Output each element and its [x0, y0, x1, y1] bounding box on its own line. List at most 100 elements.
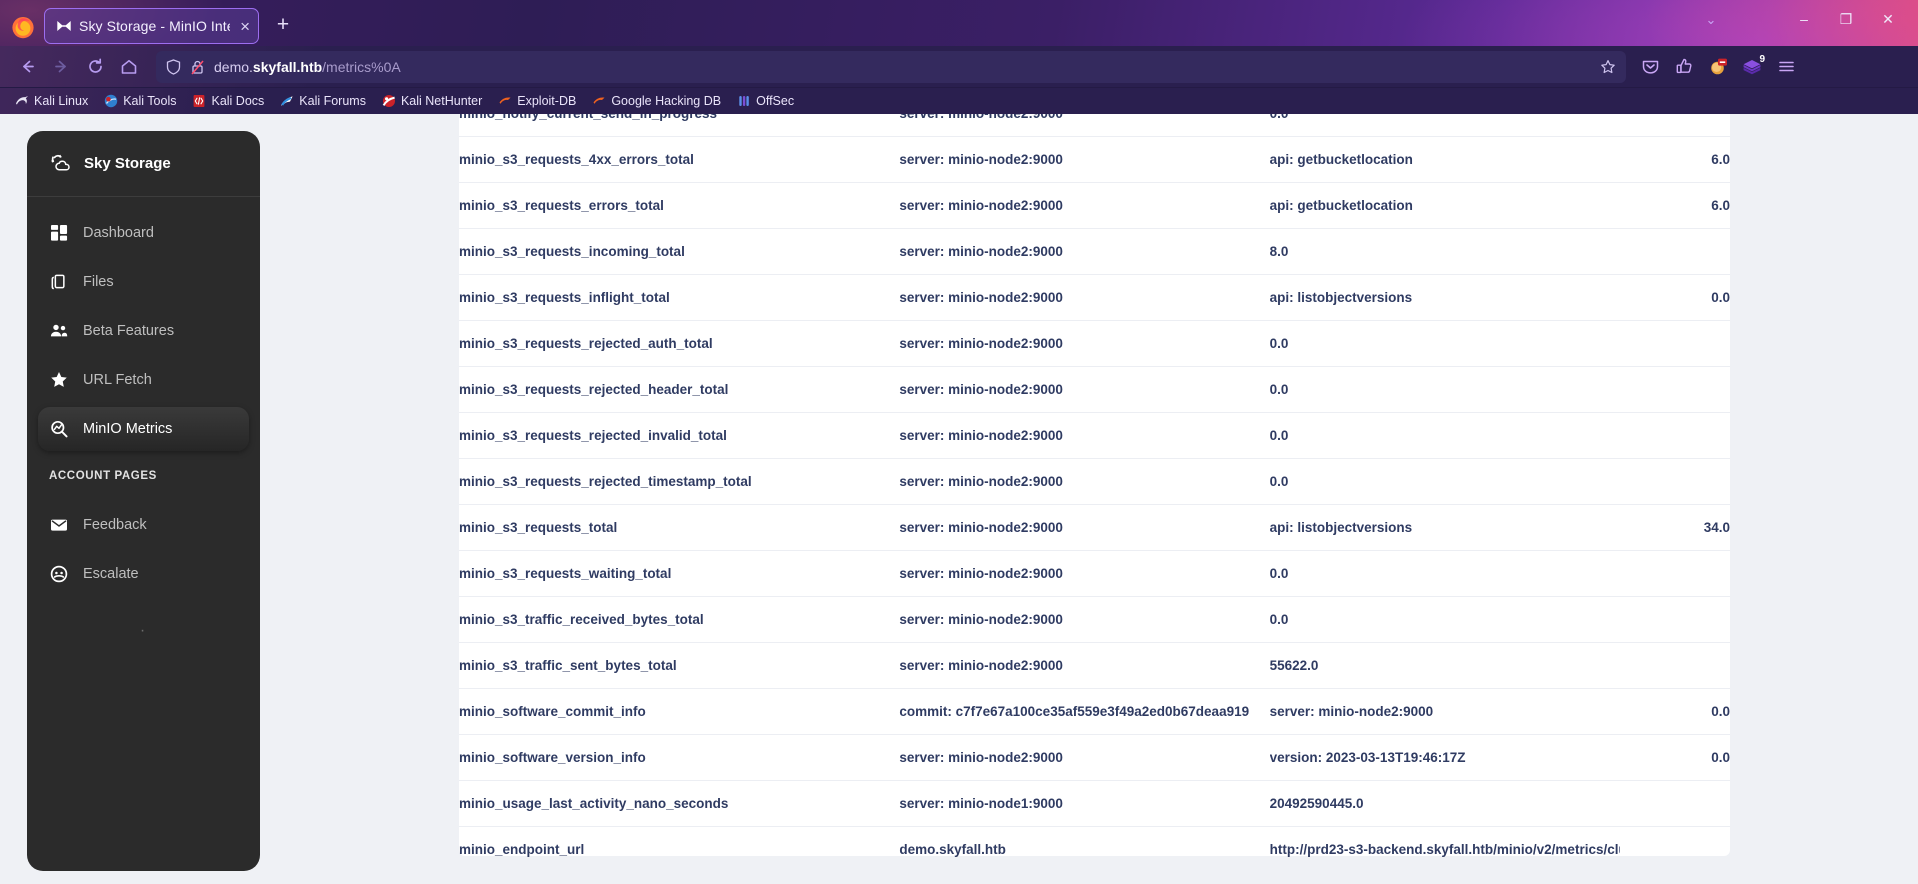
metric-name-cell: minio_s3_requests_inflight_total	[459, 274, 900, 321]
forward-button[interactable]	[44, 52, 78, 82]
table-row[interactable]: minio_s3_traffic_sent_bytes_total server:…	[459, 642, 1730, 689]
sidebar-item-label: Feedback	[83, 517, 147, 533]
sidebar-item-url-fetch[interactable]: URL Fetch	[38, 358, 249, 402]
table-row[interactable]: minio_s3_requests_rejected_invalid_total…	[459, 412, 1730, 459]
sidebar-item-label: Files	[83, 274, 114, 290]
table-row[interactable]: minio_s3_requests_4xx_errors_total server…	[459, 136, 1730, 183]
close-icon[interactable]: ×	[238, 18, 250, 35]
metric-label1-cell: demo.skyfall.htb	[899, 841, 1006, 857]
table-row[interactable]: minio_usage_last_activity_nano_seconds se…	[459, 780, 1730, 827]
sidebar-item-beta-features[interactable]: Beta Features	[38, 309, 249, 353]
table-row[interactable]: minio_software_version_info server: minio…	[459, 734, 1730, 781]
browser-navbar: demo.skyfall.htb/metrics%0A 9	[0, 46, 1918, 88]
bookmark-label: OffSec	[756, 94, 795, 108]
url-bar[interactable]: demo.skyfall.htb/metrics%0A	[156, 50, 1626, 83]
table-row[interactable]: minio_s3_requests_total server: minio-nod…	[459, 504, 1730, 551]
table-row[interactable]: minio_s3_requests_rejected_header_total s…	[459, 366, 1730, 413]
new-tab-button[interactable]: +	[267, 10, 299, 42]
bookmarks-toolbar: Kali Linux Kali Tools Kali Docs Kali For…	[0, 88, 1918, 114]
list-all-tabs-chevron-down-icon[interactable]: ⌄	[1694, 6, 1728, 34]
bookmark-star-icon[interactable]	[1592, 59, 1616, 75]
table-row[interactable]: minio_s3_requests_rejected_auth_total ser…	[459, 320, 1730, 367]
metric-value-cell	[1619, 550, 1730, 597]
metric-label2-cell: 0.0	[1269, 114, 1620, 137]
tracking-protection-shield-icon[interactable]	[166, 58, 181, 75]
table-row[interactable]: minio_notify_current_send_in_progressser…	[459, 114, 1730, 137]
metric-name-cell: minio_s3_requests_total	[459, 504, 900, 551]
sidebar-brand[interactable]: Sky Storage	[27, 131, 260, 197]
bookmark-kali-nethunter[interactable]: Kali NetHunter	[375, 92, 489, 110]
sidebar-item-label: URL Fetch	[83, 372, 152, 388]
table-row[interactable]: minio_s3_requests_rejected_timestamp_tot…	[459, 458, 1730, 505]
close-window-button[interactable]: ✕	[1868, 4, 1908, 34]
sidebar-item-minio-metrics[interactable]: MinIO Metrics	[38, 407, 249, 451]
sidebar-item-dashboard[interactable]: Dashboard	[38, 211, 249, 255]
bookmark-google-hacking-db[interactable]: Google Hacking DB	[585, 92, 728, 110]
bookmark-label: Kali NetHunter	[400, 94, 483, 108]
metric-name-cell: minio_s3_requests_rejected_invalid_total	[459, 412, 900, 459]
firefox-logo-icon	[10, 14, 36, 40]
table-row[interactable]: minio_s3_requests_waiting_total server: m…	[459, 550, 1730, 597]
table-row[interactable]: minio_endpoint_url demo.skyfall.htb http:/…	[459, 826, 1730, 872]
bookmark-label: Google Hacking DB	[611, 94, 722, 108]
metric-label2-cell: api: getbucketlocation	[1269, 182, 1620, 229]
metric-name-cell: minio_notify_current_send_in_progress	[459, 114, 900, 137]
escalate-circle-icon	[49, 564, 69, 584]
minimize-button[interactable]: –	[1784, 4, 1824, 34]
bookmark-offsec[interactable]: OffSec	[730, 92, 801, 110]
metric-value-cell: 0.0	[1619, 688, 1730, 735]
bookmark-kali-forums[interactable]: Kali Forums	[273, 92, 373, 110]
metric-label1-cell: server: minio-node2:9000	[899, 458, 1270, 505]
table-row[interactable]: minio_s3_requests_incoming_total server: …	[459, 228, 1730, 275]
metric-name-cell: minio_s3_requests_rejected_header_total	[459, 366, 900, 413]
extension-thumbsup-icon[interactable]	[1668, 52, 1700, 82]
metric-name-cell: minio_s3_requests_rejected_timestamp_tot…	[459, 458, 900, 505]
insecure-connection-lock-icon[interactable]	[190, 59, 205, 75]
metric-label1-cell: server: minio-node2:9000	[899, 366, 1270, 413]
sidebar-section-label: ACCOUNT PAGES	[49, 470, 157, 482]
sidebar-overflow-indicator: ·	[139, 622, 148, 639]
metric-label1-cell: server: minio-node2:9000	[899, 136, 1270, 183]
ublock-origin-icon[interactable]	[1702, 52, 1734, 82]
metric-value-cell: 34.0	[1619, 504, 1730, 551]
metric-name-cell: minio_s3_requests_errors_total	[459, 182, 900, 229]
metric-name-cell: minio_s3_requests_4xx_errors_total	[459, 136, 900, 183]
metric-label1-cell: server: minio-node1:9000	[899, 780, 1270, 827]
metric-name-cell: minio_usage_last_activity_nano_seconds	[459, 780, 900, 827]
home-button[interactable]	[112, 52, 146, 82]
metrics-table-body: minio_notify_current_send_in_progressser…	[459, 114, 1730, 872]
sidebar-brand-label: Sky Storage	[84, 155, 171, 172]
page-viewport: Sky Storage Dashboard Files Beta Feature…	[0, 114, 1918, 884]
bookmark-kali-linux[interactable]: Kali Linux	[8, 92, 95, 110]
metric-label2-cell: 8.0	[1269, 228, 1620, 275]
table-row[interactable]: minio_software_commit_info commit: c7f7e6…	[459, 688, 1730, 735]
sidebar-item-feedback[interactable]: Feedback	[38, 503, 249, 547]
maximize-button[interactable]: ❐	[1826, 4, 1866, 34]
pocket-icon[interactable]	[1634, 52, 1666, 82]
files-copy-icon	[49, 272, 69, 292]
back-button[interactable]	[10, 52, 44, 82]
metric-label2-cell: http://prd23-s3-backend.skyfall.htb/mini…	[1269, 841, 1620, 857]
reload-button[interactable]	[78, 52, 112, 82]
bookmark-kali-tools[interactable]: Kali Tools	[97, 92, 183, 110]
app-menu-icon[interactable]	[1770, 52, 1802, 82]
table-row[interactable]: minio_s3_requests_inflight_total server: …	[459, 274, 1730, 321]
sidebar-item-label: MinIO Metrics	[83, 421, 173, 437]
kali-dragon-icon	[16, 96, 28, 105]
people-icon	[49, 321, 69, 341]
bookmark-exploit-db[interactable]: Exploit-DB	[491, 92, 583, 110]
sidebar-account-list: Feedback Escalate	[27, 489, 260, 596]
dashboard-grid-icon	[49, 223, 69, 243]
browser-tab-active[interactable]: Sky Storage - MinIO Intern ×	[44, 8, 259, 44]
sidebar-item-files[interactable]: Files	[38, 260, 249, 304]
bookmark-kali-docs[interactable]: Kali Docs	[185, 92, 271, 110]
metric-label2-cell: version: 2023-03-13T19:46:17Z	[1269, 734, 1620, 781]
url-text[interactable]: demo.skyfall.htb/metrics%0A	[214, 59, 401, 75]
metric-label2-cell: 55622.0	[1269, 642, 1620, 689]
table-row[interactable]: minio_s3_traffic_received_bytes_total ser…	[459, 596, 1730, 643]
sidebar-item-escalate[interactable]: Escalate	[38, 552, 249, 596]
containers-icon[interactable]: 9	[1736, 52, 1768, 82]
table-row[interactable]: minio_s3_requests_errors_total server: mi…	[459, 182, 1730, 229]
metrics-table: minio_notify_current_send_in_progressser…	[459, 114, 1730, 872]
metric-label2-cell: api: listobjectversions	[1269, 504, 1620, 551]
